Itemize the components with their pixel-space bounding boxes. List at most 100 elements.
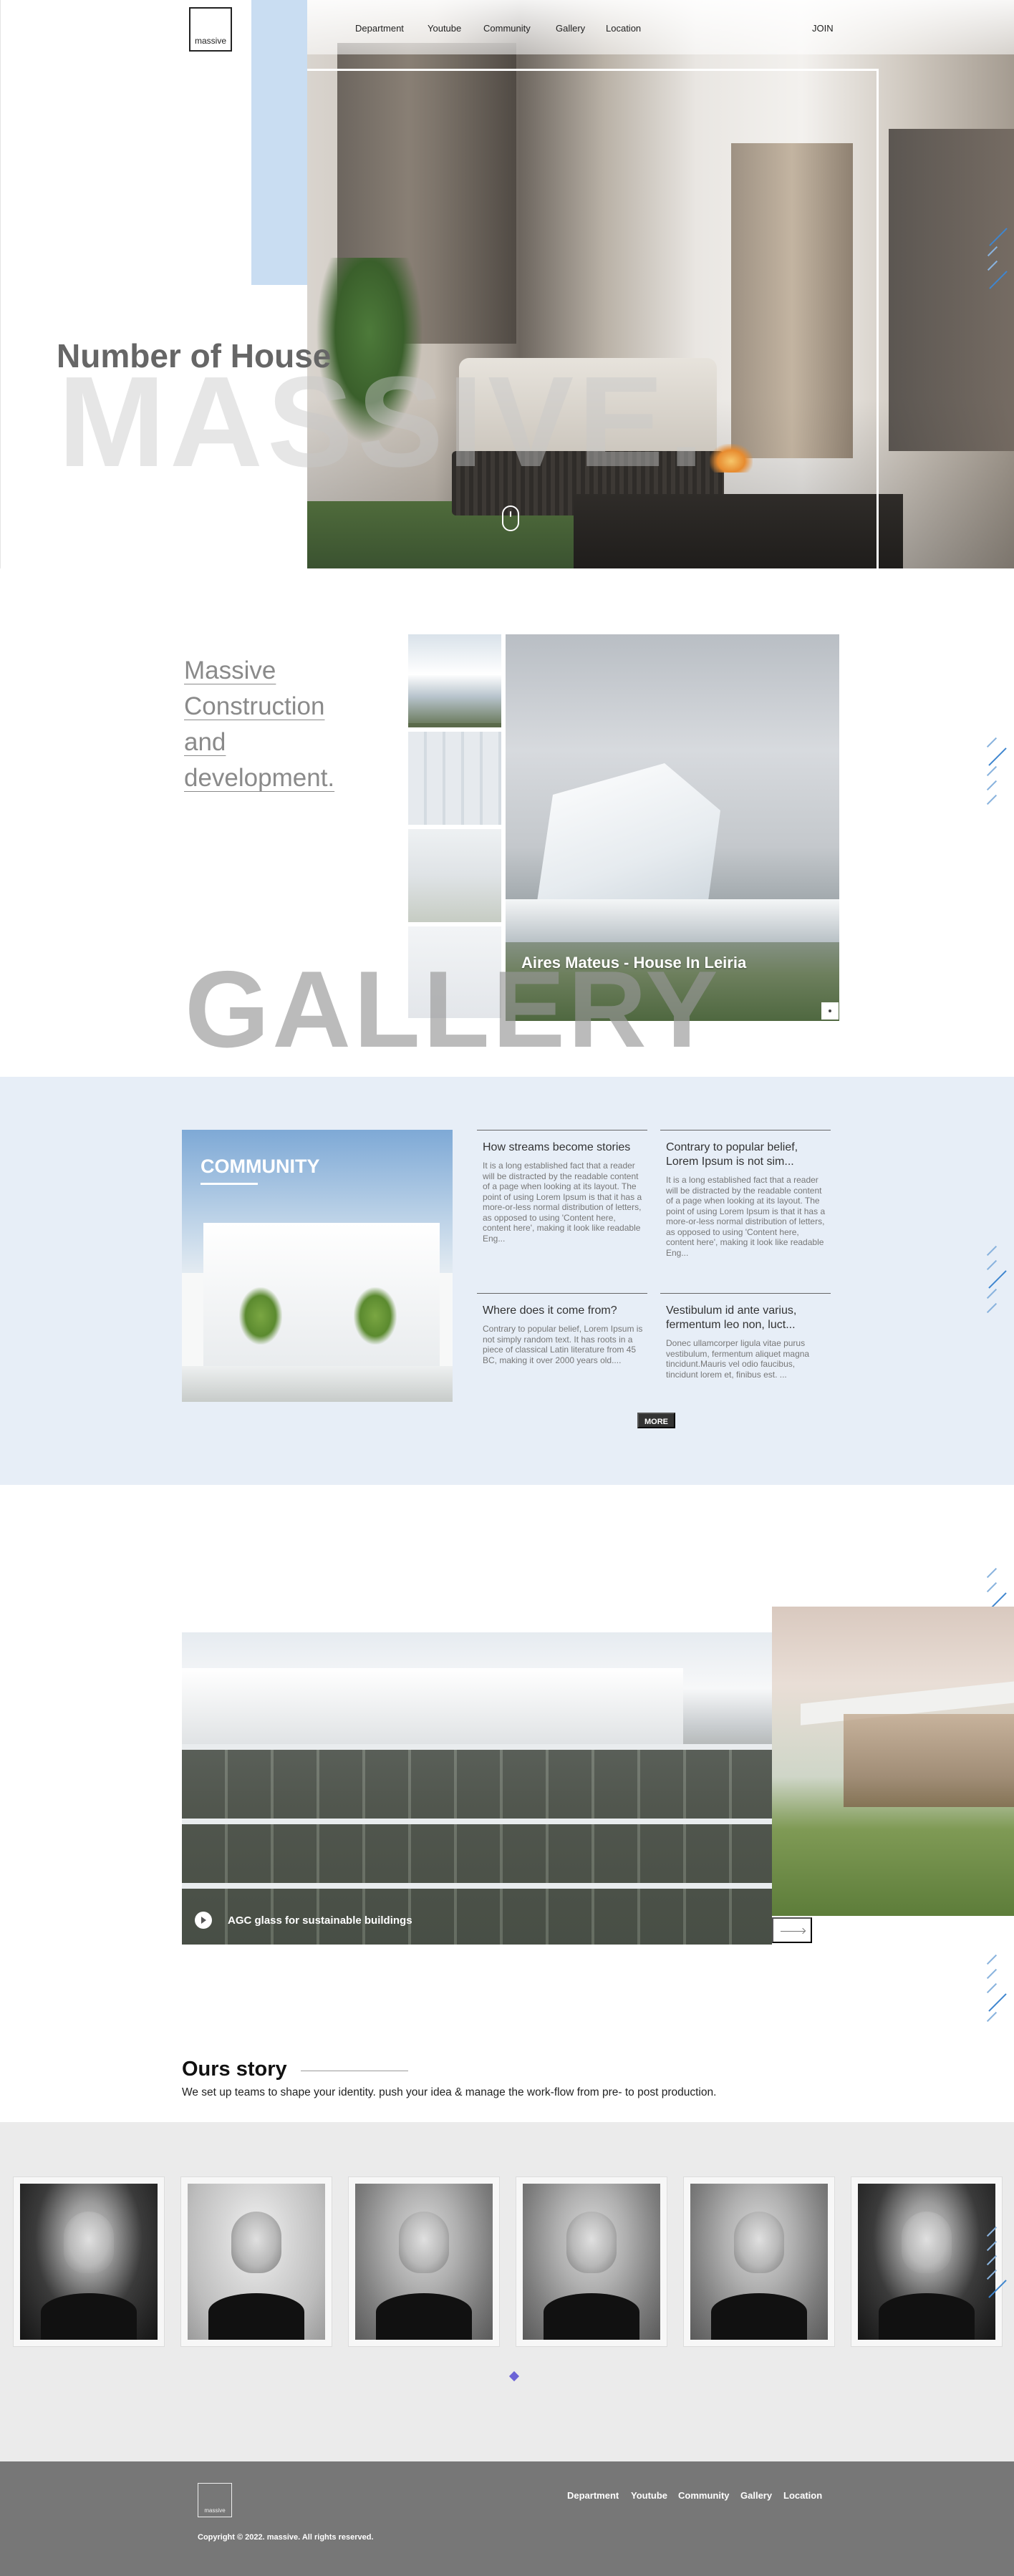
slash-decoration <box>982 733 1007 813</box>
gallery-heading: Massive Construction and development. <box>184 657 335 792</box>
team-member-card[interactable] <box>13 2176 165 2347</box>
slash-icon <box>988 1993 1007 2012</box>
feature-building <box>534 763 720 921</box>
site-logo[interactable]: massive <box>189 7 232 52</box>
article-title: Contrary to popular belief, Lorem Ipsum … <box>666 1141 798 1168</box>
community-label: COMMUNITY <box>201 1156 320 1177</box>
slider-indicator[interactable] <box>508 2371 520 2382</box>
team-member-photo <box>188 2184 325 2340</box>
slash-icon <box>986 1288 998 1299</box>
footer-nav-gallery[interactable]: Gallery <box>740 2490 772 2501</box>
community-article[interactable]: Vestibulum id ante varius, fermentum leo… <box>660 1293 831 1380</box>
next-arrow-button[interactable] <box>772 1917 812 1943</box>
more-button[interactable]: MORE <box>637 1413 675 1428</box>
slash-icon <box>986 1245 998 1256</box>
footer-nav-location[interactable]: Location <box>783 2490 822 2501</box>
article-text: Contrary to popular belief, Lorem Ipsum … <box>483 1324 643 1365</box>
nav-location[interactable]: Location <box>606 23 641 34</box>
feature-deck <box>506 899 839 942</box>
slash-icon <box>986 1259 998 1271</box>
slash-icon <box>987 246 998 257</box>
gallery-section: Massive Construction and development. Ai… <box>0 568 1014 1077</box>
slash-icon <box>986 1982 998 1994</box>
slash-icon <box>987 260 998 271</box>
building-floor-slab <box>182 1744 772 1750</box>
slash-icon <box>986 737 998 748</box>
community-photo-tree <box>354 1287 397 1345</box>
gallery-thumbnail[interactable] <box>408 829 501 922</box>
article-title: Where does it come from? <box>483 1304 617 1317</box>
article-text: It is a long established fact that a rea… <box>483 1161 642 1244</box>
team-member-photo <box>858 2184 995 2340</box>
gallery-watermark: GALLERY <box>185 949 721 1070</box>
footer-nav-youtube[interactable]: Youtube <box>631 2490 667 2501</box>
slash-icon <box>986 2240 998 2252</box>
footer-nav-department[interactable]: Department <box>567 2490 619 2501</box>
secondary-building-room <box>844 1714 1014 1807</box>
team-member-card[interactable] <box>180 2176 332 2347</box>
slash-icon <box>988 747 1007 766</box>
slash-decoration <box>982 1241 1007 1322</box>
building-floor-slab <box>182 1883 772 1889</box>
nav-department[interactable]: Department <box>355 23 404 34</box>
building-floor-slab <box>182 1819 772 1824</box>
nav-gallery[interactable]: Gallery <box>556 23 585 34</box>
team-member-card[interactable] <box>851 2176 1003 2347</box>
slash-icon <box>989 271 1008 289</box>
community-label-rule <box>201 1183 258 1185</box>
community-article[interactable]: How streams become stories It is a long … <box>477 1130 647 1244</box>
building-caption-text: AGC glass for sustainable buildings <box>228 1914 412 1927</box>
community-article[interactable]: Where does it come from? Contrary to pop… <box>477 1293 647 1365</box>
scroll-mouse-icon <box>502 505 519 531</box>
slash-icon <box>986 2255 998 2266</box>
secondary-building-image[interactable] <box>772 1607 1014 1916</box>
team-member-photo <box>690 2184 828 2340</box>
buildings-section: AGC glass for sustainable buildings Ours… <box>0 1485 1014 2122</box>
footer-nav-community[interactable]: Community <box>678 2490 730 2501</box>
slash-icon <box>986 794 998 805</box>
team-member-photo <box>20 2184 158 2340</box>
slash-icon <box>986 780 998 791</box>
slash-icon <box>986 1567 998 1579</box>
footer: massive Department Youtube Community Gal… <box>0 2461 1014 2576</box>
footer-copyright: Copyright © 2022. massive. All rights re… <box>198 2533 374 2542</box>
site-logo-text: massive <box>194 36 226 46</box>
slash-icon <box>986 1968 998 1980</box>
team-member-card[interactable] <box>516 2176 667 2347</box>
gallery-thumbnail[interactable] <box>408 732 501 825</box>
slash-decoration <box>982 1950 1007 2030</box>
community-section: COMMUNITY How streams become stories It … <box>0 1077 1014 1485</box>
community-article[interactable]: Contrary to popular belief, Lorem Ipsum … <box>660 1130 831 1258</box>
community-photo-tree <box>239 1287 282 1345</box>
join-link[interactable]: JOIN <box>812 23 834 34</box>
article-title: How streams become stories <box>483 1141 631 1153</box>
team-member-photo <box>523 2184 660 2340</box>
slash-icon <box>986 2269 998 2280</box>
slash-icon <box>986 1954 998 1965</box>
nav-youtube[interactable]: Youtube <box>428 23 461 34</box>
gallery-feature-dot-button[interactable] <box>821 1002 839 1020</box>
footer-logo[interactable]: massive <box>198 2483 232 2517</box>
slash-icon <box>986 765 998 777</box>
hero-section: massive Department Youtube Community Gal… <box>0 0 1014 568</box>
article-title: Vestibulum id ante varius, fermentum leo… <box>666 1304 797 1331</box>
slash-icon <box>986 1582 998 1593</box>
slash-decoration <box>982 2222 1007 2303</box>
team-member-photo <box>355 2184 493 2340</box>
community-photo: COMMUNITY <box>182 1130 453 1402</box>
gallery-thumbnail[interactable] <box>408 634 501 727</box>
nav-community[interactable]: Community <box>483 23 531 34</box>
team-member-card[interactable] <box>683 2176 835 2347</box>
slash-icon <box>986 1302 998 1314</box>
slash-icon <box>986 2011 998 2023</box>
footer-logo-text: massive <box>204 2507 226 2514</box>
page: massive Department Youtube Community Gal… <box>0 0 1014 2576</box>
slash-icon <box>988 1270 1007 1289</box>
team-section <box>0 2122 1014 2461</box>
story-title: Ours story <box>182 2058 287 2081</box>
featured-building-image[interactable]: AGC glass for sustainable buildings <box>182 1632 772 1945</box>
story-text: We set up teams to shape your identity. … <box>182 2086 717 2098</box>
building-caption: AGC glass for sustainable buildings <box>196 1914 412 1927</box>
slash-icon <box>986 2226 998 2237</box>
team-member-card[interactable] <box>348 2176 500 2347</box>
